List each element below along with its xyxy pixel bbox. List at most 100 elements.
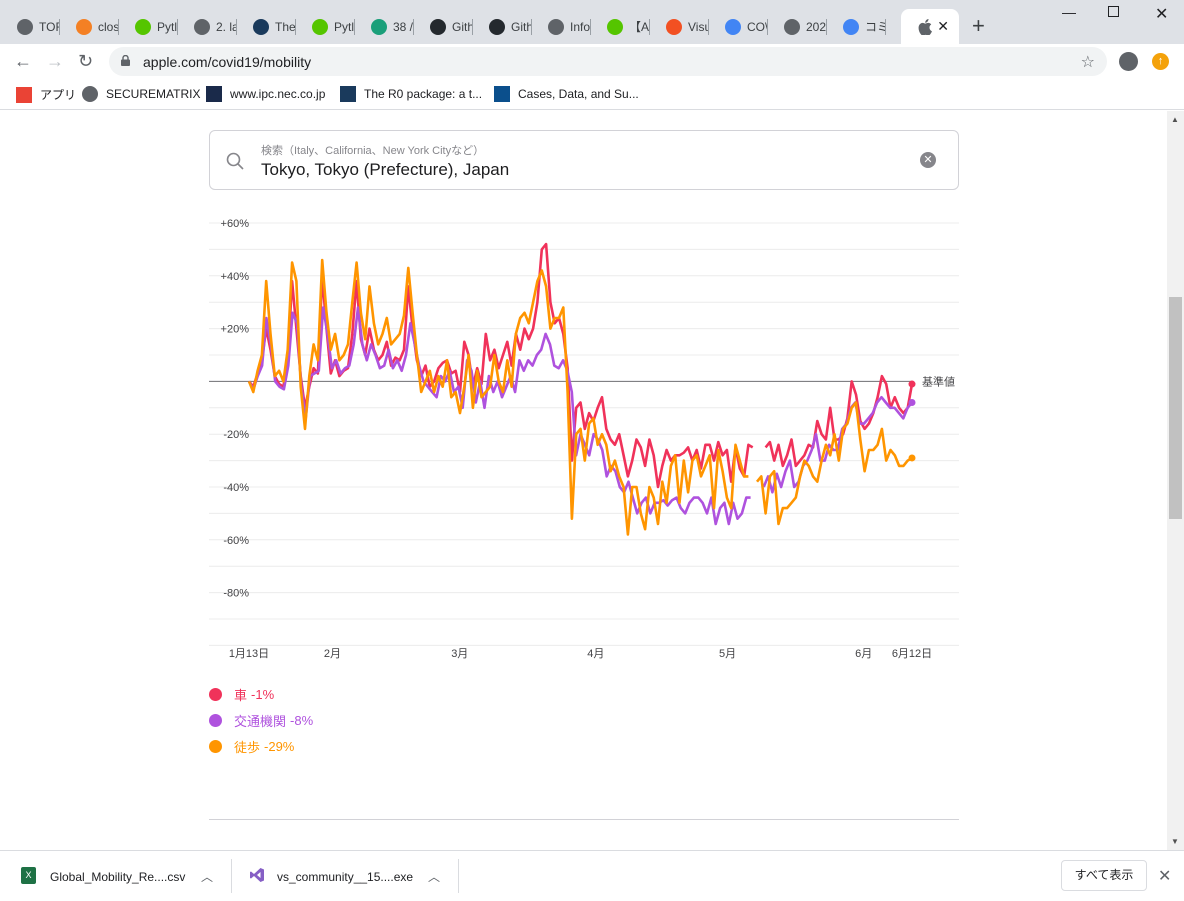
- series-line-2: [755, 401, 913, 526]
- bookmark-item[interactable]: The R0 package: a t...: [340, 86, 482, 102]
- tab-10[interactable]: 【Ai: [591, 9, 650, 44]
- tab-label: Pytl: [334, 19, 355, 34]
- y-tick-label: +40%: [221, 271, 250, 283]
- globe-icon: [17, 18, 33, 35]
- close-downloads-icon[interactable]: ✕: [1158, 866, 1171, 886]
- tab-0[interactable]: TOF: [1, 9, 60, 44]
- github-icon: [489, 18, 505, 35]
- search-icon: [226, 152, 244, 170]
- tab-13[interactable]: 202: [768, 9, 827, 44]
- y-tick-label: -80%: [223, 588, 249, 600]
- stackoverflow-icon: [76, 18, 92, 35]
- tab-7[interactable]: Gith: [414, 9, 473, 44]
- visual-studio-icon: [249, 867, 265, 883]
- series-end-point: [908, 454, 916, 462]
- search-input[interactable]: Tokyo, Tokyo (Prefecture), Japan: [261, 160, 509, 180]
- cdc-icon: [494, 86, 510, 102]
- browser-toolbar: ← → ↻ apple.com/covid19/mobility ☆ ↑: [0, 44, 1184, 78]
- scrollbar-thumb[interactable]: [1169, 297, 1182, 519]
- tab-label: 2. la: [216, 19, 237, 34]
- tab-2[interactable]: Pytl: [119, 9, 178, 44]
- tab-12[interactable]: CO\: [709, 9, 768, 44]
- legend-item: 車 -1%: [209, 681, 313, 707]
- maximize-button[interactable]: [1108, 6, 1119, 17]
- reload-icon[interactable]: ↻: [78, 51, 93, 72]
- bookmarks-bar: アプリ SECUREMATRIX www.ipc.nec.co.jp The R0 p…: [0, 78, 1184, 110]
- legend-item: 徒歩 -29%: [209, 733, 313, 759]
- tab-apple-mobility[interactable]: ✕: [901, 9, 959, 44]
- r0-icon: [340, 86, 356, 102]
- download-separator: [458, 859, 459, 893]
- tab-label: Info: [570, 19, 591, 34]
- download-filename: vs_community__15....exe: [277, 870, 414, 884]
- scroll-down-icon[interactable]: ▼: [1171, 837, 1179, 846]
- url-text: apple.com/covid19/mobility: [143, 54, 312, 70]
- location-search[interactable]: 検索（Italy、California、New York Cityなど） Tok…: [209, 130, 959, 190]
- tab-label: clos: [98, 19, 119, 34]
- tab-label: Gith: [511, 19, 532, 34]
- clear-search-icon[interactable]: ✕: [920, 152, 936, 168]
- tab-separator: [885, 19, 886, 35]
- tab-label: The: [275, 19, 296, 34]
- tab-label: コミ: [865, 20, 886, 34]
- bookmark-star-icon[interactable]: ☆: [1081, 52, 1095, 72]
- tab-label: Pytl: [157, 19, 178, 34]
- tab-3[interactable]: 2. la: [178, 9, 237, 44]
- series-line-1: [762, 395, 914, 494]
- qiita-icon: [312, 18, 328, 35]
- download-item[interactable]: vs_community__15....exe ︿: [232, 851, 458, 901]
- baseline-label: 基準値: [922, 374, 955, 388]
- y-tick-label: -40%: [223, 482, 249, 494]
- new-tab-button[interactable]: +: [972, 13, 985, 39]
- legend-label: 徒歩: [234, 739, 261, 755]
- show-all-downloads-button[interactable]: すべて表示: [1061, 860, 1147, 891]
- google-icon: [843, 18, 859, 35]
- tab-5[interactable]: Pytl: [296, 9, 355, 44]
- loading-icon: [371, 18, 387, 35]
- x-tick-label: 2月: [324, 648, 341, 660]
- close-window-button[interactable]: ✕: [1155, 4, 1168, 24]
- tab-8[interactable]: Gith: [473, 9, 532, 44]
- tab-strip: TOF clos Pytl 2. la The Pytl 38 / Gith Gith Info 【…: [0, 0, 1184, 44]
- tab-6[interactable]: 38 /: [355, 9, 414, 44]
- update-icon[interactable]: ↑: [1152, 53, 1169, 70]
- scroll-up-icon[interactable]: ▲: [1171, 115, 1179, 124]
- tab-14[interactable]: コミ: [827, 9, 886, 44]
- bookmark-label: Cases, Data, and Su...: [518, 87, 639, 101]
- lock-icon: [121, 55, 130, 66]
- bookmark-label: SECUREMATRIX: [106, 87, 201, 101]
- bookmark-item[interactable]: www.ipc.nec.co.jp: [206, 86, 325, 102]
- close-tab-icon[interactable]: ✕: [937, 18, 949, 35]
- profile-icon[interactable]: [1119, 52, 1138, 71]
- legend-dot: [209, 739, 222, 753]
- tab-9[interactable]: Info: [532, 9, 591, 44]
- r0-icon: [253, 18, 269, 35]
- page-scrollbar[interactable]: ▲ ▼: [1167, 111, 1184, 850]
- microsoft-icon: [666, 18, 682, 35]
- chevron-up-icon[interactable]: ︿: [428, 868, 440, 885]
- tab-1[interactable]: clos: [60, 9, 119, 44]
- back-arrow-icon[interactable]: ←: [14, 51, 32, 72]
- x-tick-label: 3月: [451, 648, 468, 660]
- tab-label: Visu: [688, 19, 709, 34]
- x-tick-label: 4月: [587, 648, 604, 660]
- bookmark-item[interactable]: アプリ: [16, 86, 76, 103]
- bookmark-item[interactable]: SECUREMATRIX: [82, 86, 200, 102]
- x-tick-label: 5月: [719, 648, 736, 660]
- address-bar[interactable]: apple.com/covid19/mobility ☆: [109, 47, 1107, 76]
- series-end-point: [908, 399, 916, 407]
- minimize-button[interactable]: —: [1062, 4, 1076, 20]
- tab-4[interactable]: The: [237, 9, 296, 44]
- forward-arrow-icon[interactable]: →: [46, 51, 64, 72]
- bookmark-item[interactable]: Cases, Data, and Su...: [494, 86, 639, 102]
- bookmark-label: www.ipc.nec.co.jp: [230, 87, 326, 101]
- d-icon: [206, 86, 222, 102]
- download-item[interactable]: X Global_Mobility_Re....csv ︿: [0, 851, 230, 901]
- x-tick-label: 6月12日: [892, 648, 932, 660]
- chevron-up-icon[interactable]: ︿: [201, 868, 213, 885]
- tab-label: 202: [806, 19, 827, 34]
- bookmark-label: The R0 package: a t...: [364, 87, 483, 101]
- x-tick-label: 6月: [855, 648, 872, 660]
- tab-label: Gith: [452, 19, 473, 34]
- tab-11[interactable]: Visu: [650, 9, 709, 44]
